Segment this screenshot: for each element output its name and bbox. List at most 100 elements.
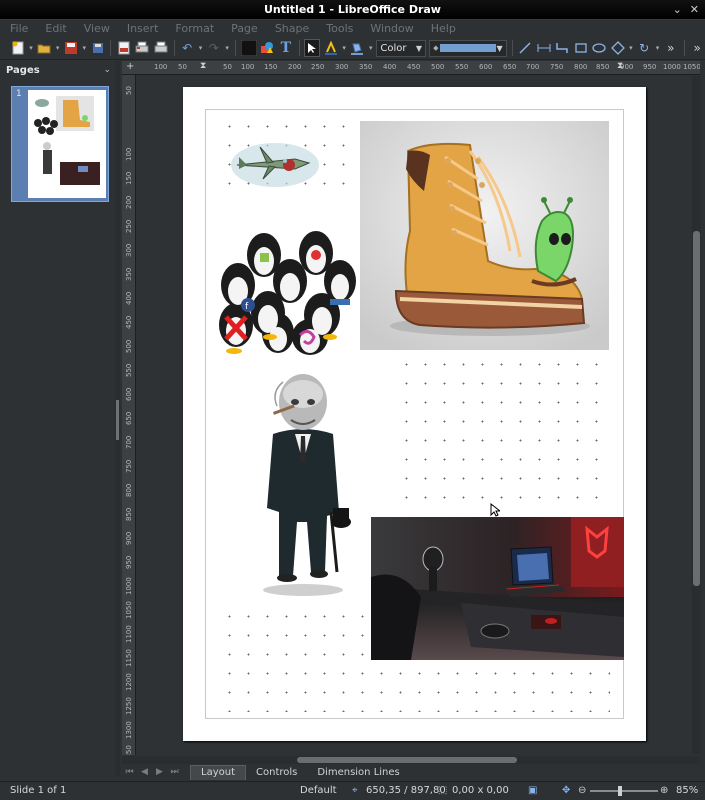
- export-icon[interactable]: [90, 39, 105, 57]
- tab-dimension-lines[interactable]: Dimension Lines: [307, 765, 409, 780]
- open-dropdown-icon[interactable]: ▾: [55, 44, 60, 52]
- zoom-out-icon[interactable]: ⊖: [578, 785, 586, 796]
- grid-icon[interactable]: [240, 39, 257, 57]
- fontwork-icon[interactable]: T: [278, 39, 293, 57]
- page-thumbnail[interactable]: 1: [11, 86, 109, 202]
- diamond-icon[interactable]: [610, 39, 625, 57]
- ruler-tick: 200: [288, 63, 302, 71]
- shapes-dropdown-icon[interactable]: ▾: [628, 44, 633, 52]
- slide-counter: Slide 1 of 1: [10, 785, 67, 796]
- ruler-tick: 900: [125, 531, 133, 545]
- print-icon[interactable]: [135, 39, 150, 57]
- fill-color-combo[interactable]: ◆ ▼: [429, 39, 507, 57]
- zoom-level[interactable]: 85%: [676, 785, 698, 796]
- area-style-value: Color: [380, 42, 407, 54]
- cursor-position: 650,35 / 897,80: [366, 785, 446, 796]
- tab-controls[interactable]: Controls: [246, 765, 307, 780]
- drawing-canvas[interactable]: f: [137, 76, 691, 754]
- area-fill-dropdown-icon[interactable]: ▾: [368, 44, 373, 52]
- line-color-icon[interactable]: [323, 39, 338, 57]
- plane-clipart[interactable]: [225, 135, 320, 195]
- image-icon[interactable]: [260, 39, 275, 57]
- menu-tools[interactable]: Tools: [326, 22, 353, 35]
- previous-tab-icon[interactable]: ◀: [137, 767, 152, 777]
- open-icon[interactable]: [37, 39, 52, 57]
- pane-menu-icon[interactable]: ⌄: [103, 65, 111, 75]
- ellipse-icon[interactable]: [591, 39, 606, 57]
- ruler-tick: 550: [125, 363, 133, 377]
- new-dropdown-icon[interactable]: ▾: [28, 44, 33, 52]
- export-pdf-icon[interactable]: [116, 39, 131, 57]
- menu-edit[interactable]: Edit: [45, 22, 66, 35]
- gaming-desk-photo[interactable]: [371, 517, 624, 660]
- toolbar-separator: [173, 40, 175, 56]
- horizontal-scrollbar[interactable]: [122, 756, 700, 764]
- boot-clipart[interactable]: [360, 121, 609, 350]
- line-color-dropdown-icon[interactable]: ▾: [342, 44, 347, 52]
- ruler-tick: 150: [264, 63, 278, 71]
- toolbar-more-icon[interactable]: »: [689, 39, 704, 57]
- drawing-page[interactable]: f: [183, 87, 646, 741]
- menu-shape[interactable]: Shape: [275, 22, 309, 35]
- window-title: Untitled 1 - LibreOffice Draw: [264, 3, 441, 16]
- ruler-tick: 600: [479, 63, 493, 71]
- man-clipart[interactable]: [253, 372, 353, 597]
- ruler-tick: 800: [125, 483, 133, 497]
- save-dropdown-icon[interactable]: ▾: [82, 44, 87, 52]
- mouse-pointer-icon: [490, 502, 502, 520]
- ruler-tick: 1350: [125, 745, 133, 755]
- ruler-tick: 300: [125, 243, 133, 257]
- penguins-clipart[interactable]: f: [212, 227, 360, 355]
- horizontal-ruler[interactable]: + ⧗ ⧗ 100 50 50 100 150 200 250 300 350 …: [122, 61, 700, 75]
- fit-zoom-icon[interactable]: ✥: [562, 785, 570, 796]
- ruler-tick: 350: [125, 267, 133, 281]
- menu-window[interactable]: Window: [370, 22, 413, 35]
- vertical-scrollbar[interactable]: [692, 76, 701, 754]
- first-tab-icon[interactable]: ⏮: [122, 767, 137, 777]
- area-style-combo[interactable]: Color ▼: [376, 39, 427, 57]
- new-icon[interactable]: [10, 39, 25, 57]
- chevron-down-icon: ▼: [415, 43, 423, 53]
- ruler-tick: 800: [574, 63, 588, 71]
- ruler-tick: 250: [311, 63, 325, 71]
- undo-dropdown-icon[interactable]: ▾: [198, 44, 203, 52]
- close-icon[interactable]: ✕: [690, 3, 699, 16]
- zoom-in-icon[interactable]: ⊕: [660, 785, 668, 796]
- menu-page[interactable]: Page: [231, 22, 258, 35]
- vertical-scroll-thumb[interactable]: [693, 231, 700, 586]
- menu-help[interactable]: Help: [431, 22, 456, 35]
- rotate-dropdown-icon[interactable]: ▾: [655, 44, 660, 52]
- menu-file[interactable]: File: [10, 22, 28, 35]
- area-fill-icon[interactable]: [350, 39, 365, 57]
- ruler-tick: 100: [125, 147, 133, 161]
- save-icon[interactable]: [63, 39, 78, 57]
- zoom-slider-handle[interactable]: [618, 786, 622, 796]
- horizontal-scroll-thumb[interactable]: [297, 757, 517, 763]
- select-icon[interactable]: [304, 39, 321, 57]
- color-swatch-icon: ◆: [433, 44, 439, 52]
- vertical-ruler[interactable]: 50 100 150 200 250 300 350 400 450 500 5…: [122, 75, 136, 755]
- connector-icon[interactable]: [554, 39, 569, 57]
- page-style[interactable]: Default: [300, 785, 337, 796]
- splitter-grip[interactable]: [116, 400, 119, 440]
- ruler-tick: 950: [125, 555, 133, 569]
- last-tab-icon[interactable]: ⏭: [167, 767, 182, 777]
- print-direct-icon[interactable]: [153, 39, 168, 57]
- rectangle-icon[interactable]: [573, 39, 588, 57]
- menu-insert[interactable]: Insert: [127, 22, 159, 35]
- overflow-icon[interactable]: »: [663, 39, 678, 57]
- menu-view[interactable]: View: [84, 22, 110, 35]
- menu-format[interactable]: Format: [175, 22, 214, 35]
- ruler-tick: 250: [125, 219, 133, 233]
- line-icon[interactable]: [517, 39, 532, 57]
- redo-dropdown-icon[interactable]: ▾: [225, 44, 230, 52]
- document-modified-icon[interactable]: ▣: [528, 785, 537, 796]
- dimension-icon[interactable]: [536, 39, 551, 57]
- undo-icon[interactable]: ↶: [179, 39, 194, 57]
- next-tab-icon[interactable]: ▶: [152, 767, 167, 777]
- minimize-icon[interactable]: ⌄: [673, 3, 682, 16]
- rotate-icon[interactable]: ↻: [636, 39, 651, 57]
- tab-layout[interactable]: Layout: [190, 764, 246, 780]
- redo-icon[interactable]: ↷: [206, 39, 221, 57]
- zoom-slider[interactable]: [590, 786, 658, 796]
